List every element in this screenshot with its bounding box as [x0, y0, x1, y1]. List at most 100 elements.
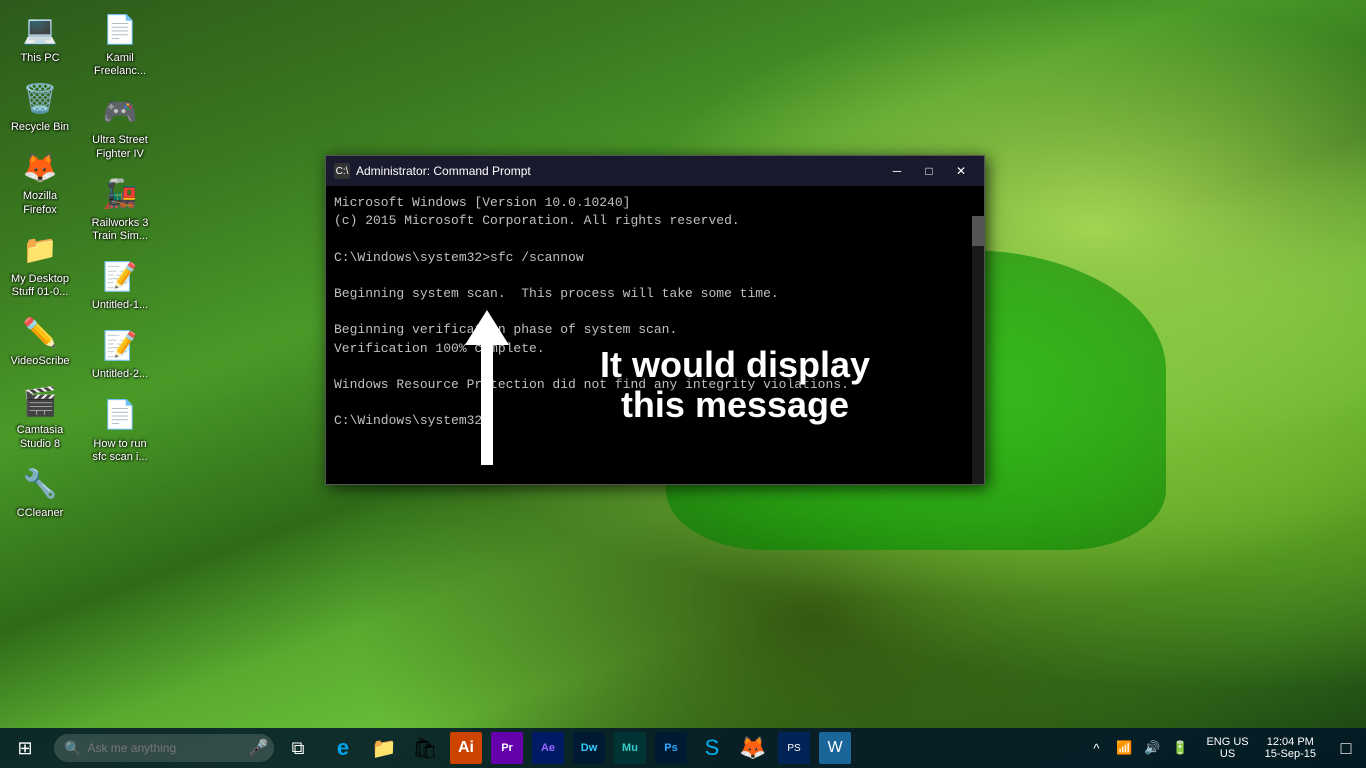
taskbar-edge[interactable]: e: [323, 728, 363, 768]
cmd-titlebar[interactable]: C:\ Administrator: Command Prompt ─ □ ✕: [326, 156, 984, 186]
cmd-content[interactable]: Microsoft Windows [Version 10.0.10240](c…: [326, 186, 984, 484]
untitled2-label: Untitled-2...: [92, 368, 148, 381]
desktop-icon-ccleaner[interactable]: 🔧 CCleaner: [5, 460, 75, 524]
how-to-run-icon: 📄: [100, 395, 140, 435]
microphone-icon[interactable]: 🎤: [248, 738, 268, 758]
taskbar-word[interactable]: W: [815, 728, 855, 768]
videoscribe-icon: ✏️: [20, 312, 60, 352]
desktop-icon-how-to-run[interactable]: 📄 How to run sfc scan i...: [85, 391, 155, 468]
start-button[interactable]: ⊞: [0, 728, 50, 768]
street-fighter-label: Ultra Street Fighter IV: [89, 134, 151, 160]
desktop-icon-camtasia[interactable]: 🎬 Camtasia Studio 8: [5, 377, 75, 454]
system-tray: ^ 📶 🔊 🔋: [1076, 736, 1200, 760]
cmd-line: (c) 2015 Microsoft Corporation. All righ…: [334, 212, 976, 230]
desktop-icon-my-desktop-stuff[interactable]: 📁 My Desktop Stuff 01-0...: [5, 226, 75, 303]
word-icon: W: [819, 732, 851, 764]
notification-icon: □: [1341, 738, 1352, 759]
desktop-icons-col1: 💻 This PC 🗑️ Recycle Bin 🦊 Mozilla Firef…: [5, 5, 75, 524]
untitled1-icon: 📝: [100, 256, 140, 296]
desktop-icon-videoscribe[interactable]: ✏️ VideoScribe: [5, 308, 75, 372]
desktop: 💻 This PC 🗑️ Recycle Bin 🦊 Mozilla Firef…: [0, 0, 1366, 768]
camtasia-icon: 🎬: [20, 381, 60, 421]
desktop-icon-this-pc[interactable]: 💻 This PC: [5, 5, 75, 69]
language-text: ENG US: [1206, 736, 1248, 748]
my-desktop-stuff-label: My Desktop Stuff 01-0...: [9, 273, 71, 299]
camtasia-label: Camtasia Studio 8: [9, 424, 71, 450]
taskbar-apps: e 📁 🛍 Ai Pr Ae Dw: [318, 728, 1076, 768]
muse-icon: Mu: [614, 732, 646, 764]
cmd-title-text: Administrator: Command Prompt: [356, 164, 531, 178]
taskbar-after-effects[interactable]: Ae: [528, 728, 568, 768]
arrow-shaft: [481, 345, 493, 465]
this-pc-label: This PC: [20, 52, 59, 65]
taskbar: ⊞ 🔍 🎤 ⧉ e 📁 🛍: [0, 728, 1366, 768]
clock-time: 12:04 PM: [1267, 736, 1314, 748]
search-icon: 🔍: [64, 740, 81, 757]
clock-date: 15-Sep-15: [1265, 748, 1316, 760]
tray-network-icon[interactable]: 📶: [1112, 736, 1136, 760]
taskbar-store[interactable]: 🛍: [405, 728, 445, 768]
photoshop-icon: Ps: [655, 732, 687, 764]
cmd-window-icon: C:\: [334, 163, 350, 179]
annotation-text: It would displaythis message: [565, 345, 905, 424]
firefox-label: Mozilla Firefox: [9, 190, 71, 216]
clock[interactable]: 12:04 PM 15-Sep-15: [1255, 728, 1326, 768]
taskbar-powershell[interactable]: PS: [774, 728, 814, 768]
desktop-icon-kamil[interactable]: 📄 Kamil Freelanc...: [85, 5, 155, 82]
cmd-line: C:\Windows\system32>sfc /scannow: [334, 249, 976, 267]
task-view-button[interactable]: ⧉: [278, 728, 318, 768]
desktop-icon-railworks[interactable]: 🚂 Railworks 3 Train Sim...: [85, 170, 155, 247]
desktop-icon-recycle-bin[interactable]: 🗑️ Recycle Bin: [5, 74, 75, 138]
desktop-icon-street-fighter[interactable]: 🎮 Ultra Street Fighter IV: [85, 87, 155, 164]
taskbar-illustrator[interactable]: Ai: [446, 728, 486, 768]
desktop-icon-untitled1[interactable]: 📝 Untitled-1...: [85, 252, 155, 316]
store-icon: 🛍: [412, 736, 437, 761]
cmd-window-buttons: ─ □ ✕: [882, 161, 976, 181]
illustrator-icon: Ai: [450, 732, 482, 764]
language-indicator[interactable]: ENG US US: [1200, 728, 1254, 768]
videoscribe-label: VideoScribe: [10, 355, 69, 368]
ccleaner-icon: 🔧: [20, 464, 60, 504]
dreamweaver-icon: Dw: [573, 732, 605, 764]
arrow-annotation: [465, 310, 509, 465]
taskbar-photoshop[interactable]: Ps: [651, 728, 691, 768]
taskbar-firefox[interactable]: 🦊: [733, 728, 773, 768]
cmd-minimize-button[interactable]: ─: [882, 161, 912, 181]
taskbar-premiere[interactable]: Pr: [487, 728, 527, 768]
edge-icon: e: [337, 735, 349, 761]
desktop-icon-firefox[interactable]: 🦊 Mozilla Firefox: [5, 143, 75, 220]
how-to-run-label: How to run sfc scan i...: [89, 438, 151, 464]
explorer-icon: 📁: [372, 736, 397, 761]
cmd-scrollbar[interactable]: [972, 216, 984, 484]
powershell-icon: PS: [778, 732, 810, 764]
desktop-icon-untitled2[interactable]: 📝 Untitled-2...: [85, 321, 155, 385]
this-pc-icon: 💻: [20, 9, 60, 49]
cmd-title-left: C:\ Administrator: Command Prompt: [334, 163, 531, 179]
firefox-taskbar-icon: 🦊: [739, 735, 766, 761]
untitled1-label: Untitled-1...: [92, 299, 148, 312]
taskbar-skype[interactable]: S: [692, 728, 732, 768]
recycle-bin-icon: 🗑️: [20, 78, 60, 118]
cmd-maximize-button[interactable]: □: [914, 161, 944, 181]
cmd-line: Microsoft Windows [Version 10.0.10240]: [334, 194, 976, 212]
kamil-label: Kamil Freelanc...: [89, 52, 151, 78]
taskbar-dreamweaver[interactable]: Dw: [569, 728, 609, 768]
cmd-line: Beginning verification phase of system s…: [334, 321, 976, 339]
railworks-icon: 🚂: [100, 174, 140, 214]
ccleaner-label: CCleaner: [17, 507, 63, 520]
search-bar[interactable]: 🔍 🎤: [54, 734, 274, 762]
cmd-close-button[interactable]: ✕: [946, 161, 976, 181]
cmd-line: [334, 267, 976, 285]
desktop-icons-col2: 📄 Kamil Freelanc... 🎮 Ultra Street Fight…: [85, 5, 155, 468]
tray-volume-icon[interactable]: 🔊: [1140, 736, 1164, 760]
premiere-icon: Pr: [491, 732, 523, 764]
notification-center-button[interactable]: □: [1326, 728, 1366, 768]
tray-chevron[interactable]: ^: [1084, 736, 1108, 760]
taskbar-explorer[interactable]: 📁: [364, 728, 404, 768]
tray-battery-icon[interactable]: 🔋: [1168, 736, 1192, 760]
cmd-scrollbar-thumb[interactable]: [972, 216, 984, 246]
railworks-label: Railworks 3 Train Sim...: [89, 217, 151, 243]
cmd-window[interactable]: C:\ Administrator: Command Prompt ─ □ ✕ …: [325, 155, 985, 485]
taskbar-muse[interactable]: Mu: [610, 728, 650, 768]
search-input[interactable]: [87, 741, 242, 755]
